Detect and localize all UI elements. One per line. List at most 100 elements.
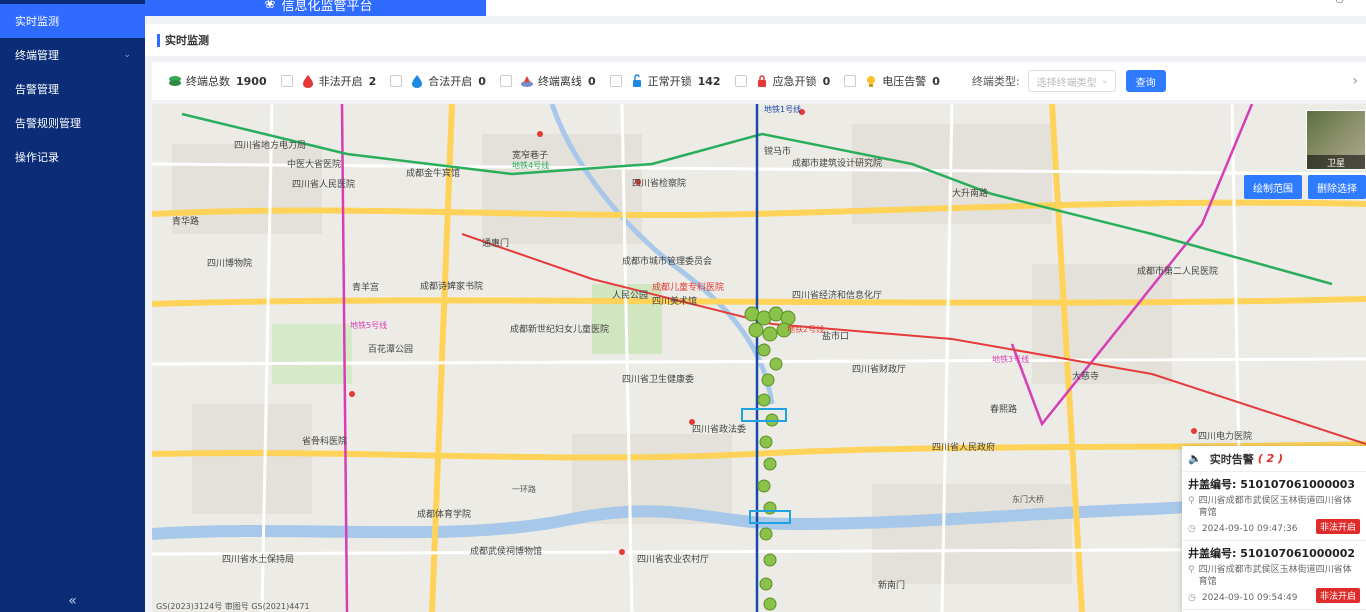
filter-checkbox[interactable] [844, 75, 857, 87]
stat-value: 0 [932, 74, 940, 88]
stat-legal-open[interactable]: 合法开启 0 [410, 73, 486, 89]
status-badge: 非法开启 [1315, 588, 1360, 603]
draw-area-button[interactable]: 绘制范围 [1244, 175, 1302, 199]
map-place-label: 盐市口 [822, 332, 850, 342]
map-place-label: 青羊宫 [352, 283, 380, 293]
stack-icon [169, 76, 181, 86]
topbar: ❀ 信息化监管平台 ○ [145, 0, 1366, 16]
map-metro-label: 地铁1号线 [764, 105, 802, 114]
filter-bar: 终端总数 1900 非法开启 2 合法开启 0 终端离线 0 正常开锁 142 … [152, 62, 1366, 100]
stat-voltage-alarm[interactable]: 电压告警 0 [864, 73, 940, 89]
sidebar-item-label: 终端管理 [15, 49, 59, 62]
map-place-label: 大升南路 [952, 189, 989, 199]
stat-label: 电压告警 [882, 75, 927, 88]
map-metro-label: 地铁3号线 [992, 355, 1030, 364]
bulb-icon [867, 76, 876, 87]
filter-checkbox[interactable] [734, 75, 747, 87]
map-copyright: GS(2023)3124号 审图号 GS(2021)4471 [156, 602, 310, 611]
alarm-list-item[interactable]: 井盖编号: 510107061000002 ⚲ 四川省成都市武侯区玉林街道四川省… [1182, 541, 1366, 610]
stat-normal-unlock[interactable]: 正常开锁 142 [630, 73, 721, 89]
sidebar-item-alarm-rule-management[interactable]: 告警规则管理 [0, 106, 145, 140]
stat-label: 应急开锁 [772, 75, 817, 88]
double-chevron-left-icon[interactable]: « [0, 590, 145, 612]
alarm-panel-header: 🔈 实时告警 ( 2 ) [1182, 446, 1366, 472]
map-place-label: 人民公园 [612, 291, 649, 301]
map-place-label: 通惠门 [482, 239, 510, 249]
map-place-label: 中医大省医院 [287, 160, 342, 170]
stat-illegal-open[interactable]: 非法开启 2 [301, 73, 376, 89]
map-place-label: 成都诗婢家书院 [420, 282, 484, 292]
manhole-offline-icon [520, 76, 533, 87]
map-metro-label: 地铁5号线 [350, 321, 388, 330]
map-place-label: 四川省农业农村厅 [637, 555, 710, 565]
brand-header: ❀ 信息化监管平台 [145, 0, 486, 16]
map-place-label: 成都新世纪妇女儿童医院 [510, 325, 610, 335]
drop-red-icon [302, 75, 313, 88]
stat-total-terminals[interactable]: 终端总数 1900 [168, 73, 267, 89]
sidebar-item-realtime-monitor[interactable]: 实时监测 [0, 4, 145, 38]
map-place-label: 省骨科医院 [302, 437, 348, 447]
satellite-label: 卫星 [1307, 155, 1365, 169]
clear-selection-button[interactable]: 删除选择 [1308, 175, 1366, 199]
filter-checkbox[interactable] [390, 75, 403, 87]
map-place-label: 东门大桥 [1012, 495, 1044, 504]
map-place-label: 成都武侯祠博物馆 [470, 547, 543, 557]
alarm-address-text: 四川省成都市武侯区玉林街道四川省体育馆 [1198, 496, 1352, 518]
map-place-label: 大慈寺 [1072, 372, 1100, 382]
filter-checkbox[interactable] [499, 75, 512, 87]
map-place-label: 四川省地方电力局 [234, 141, 307, 151]
status-badge: 非法开启 [1315, 519, 1360, 534]
map-place-label: 成都市第二人民医院 [1137, 267, 1219, 277]
chevron-down-icon: ⌄ [1101, 76, 1109, 86]
chevron-right-icon[interactable]: › [1352, 73, 1358, 89]
map-metro-label: 地铁4号线 [512, 161, 550, 170]
filter-checkbox[interactable] [280, 75, 293, 87]
map-place-label: 成都市城市管理委员会 [622, 257, 713, 267]
terminal-type-label: 终端类型: [971, 75, 1020, 88]
terminal-type-placeholder: 选择终端类型 [1036, 77, 1097, 89]
alarm-address-text: 四川省成都市武侯区玉林街道四川省体育馆 [1198, 565, 1352, 587]
map-place-label: 四川省人民政府 [932, 443, 996, 453]
map-place-label: 成都体育学院 [417, 510, 472, 520]
location-pin-icon: ⚲ [1188, 565, 1195, 575]
map-place-label: 四川博物院 [207, 259, 253, 269]
brand-title: 信息化监管平台 [281, 0, 373, 14]
alarm-number-value: 510107061000002 [1240, 547, 1356, 560]
terminal-type-select[interactable]: 选择终端类型 ⌄ [1027, 70, 1116, 92]
sidebar-item-alarm-management[interactable]: 告警管理 [0, 72, 145, 106]
stat-label: 合法开启 [428, 75, 473, 88]
stat-emergency-unlock[interactable]: 应急开锁 0 [755, 73, 831, 89]
sidebar-item-operation-log[interactable]: 操作记录 [0, 140, 145, 174]
alarm-address: ⚲ 四川省成都市武侯区玉林街道四川省体育馆 [1188, 495, 1360, 519]
alarm-list-item[interactable]: 井盖编号: 510107061000003 ⚲ 四川省成都市武侯区玉林街道四川省… [1182, 472, 1366, 541]
drop-blue-icon [412, 75, 423, 88]
speaker-icon: 🔈 [1188, 452, 1202, 465]
alarm-number-value: 510107061000003 [1240, 478, 1356, 491]
alarm-time-text: 2024-09-10 09:54:49 [1201, 593, 1298, 603]
alarm-manhole-number: 井盖编号: 510107061000002 [1188, 545, 1360, 561]
map-place-label: 四川省财政厅 [852, 365, 907, 375]
stat-label: 正常开锁 [647, 75, 692, 88]
map-place-label: 一环路 [512, 485, 536, 494]
alarm-time-text: 2024-09-10 09:47:36 [1201, 524, 1298, 534]
stat-value: 0 [822, 74, 831, 88]
alarm-count: ( 2 ) [1257, 452, 1284, 465]
stat-value: 0 [478, 74, 486, 88]
stat-offline[interactable]: 终端离线 0 [520, 73, 596, 89]
filter-checkbox[interactable] [609, 75, 622, 87]
map-place-label: 四川省人民医院 [292, 180, 356, 190]
satellite-toggle[interactable]: 卫星 [1306, 110, 1366, 170]
sidebar-item-label: 实时监测 [15, 15, 59, 28]
map-place-label: 四川美术馆 [652, 297, 698, 307]
page-header: 实时监测 [145, 24, 1366, 56]
user-icon[interactable]: ○ [1335, 0, 1344, 5]
sidebar-item-terminal-management[interactable]: 终端管理 ⌄ [0, 38, 145, 72]
map-place-label: 春熙路 [990, 405, 1018, 415]
query-button[interactable]: 查询 [1125, 70, 1166, 92]
sidebar-item-label: 告警规则管理 [15, 117, 81, 130]
map-place-label: 镋马市 [764, 147, 792, 157]
sidebar: 实时监测 终端管理 ⌄ 告警管理 告警规则管理 操作记录 « [0, 0, 145, 612]
sidebar-item-label: 操作记录 [15, 151, 59, 164]
alarm-address: ⚲ 四川省成都市武侯区玉林街道四川省体育馆 [1188, 564, 1360, 588]
stat-value: 1900 [236, 74, 267, 88]
